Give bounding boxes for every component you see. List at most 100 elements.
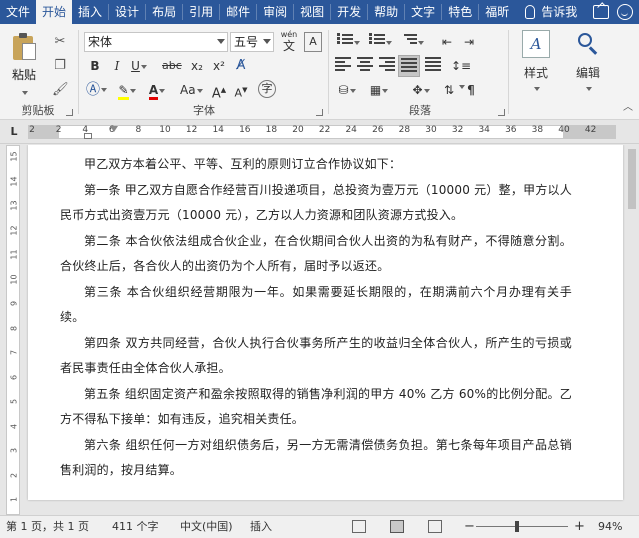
vertical-ruler-tick-label: 4 [9,423,19,429]
language-indicator[interactable]: 中文(中国) [180,516,233,538]
zoom-slider-track[interactable] [476,526,568,527]
borders-button[interactable]: ▦ [366,80,392,100]
sort-icon[interactable]: ⇅ [440,80,458,100]
styles-button[interactable]: A 样式 [512,30,560,95]
tab-home[interactable]: 开始 [36,0,73,24]
tab-foxit[interactable]: 福昕 [479,0,515,24]
cut-icon[interactable]: ✂ [52,34,68,50]
clipboard-launcher-icon[interactable] [66,109,73,116]
document-body[interactable]: 甲乙双方本着公平、平等、互利的原则订立合作协议如下： 第一条 甲乙双方自愿合作经… [60,152,572,484]
text-effects-button[interactable]: Ⓐ [86,80,107,100]
paragraph-article-3[interactable]: 第三条 本合伙组织经营期限为一年。如果需要延长期限的，在期满前六个月办理有关手续… [60,280,572,331]
ruler-tick-label: 34 [478,125,490,135]
strikethrough-button[interactable]: abc [162,56,182,76]
page-count[interactable]: 第 1 页，共 1 页 [6,516,89,538]
font-launcher-icon[interactable] [316,109,323,116]
zoom-slider-thumb[interactable] [515,521,519,532]
numbering-icon [368,32,385,46]
phonetic-guide-button[interactable]: wén 文 [278,30,300,52]
ruler-bar[interactable]: 2 2 4 6 8 10 12 14 16 18 20 22 24 26 28 30 32 34 36 38 40 42 [28,125,616,139]
character-border-button[interactable]: A [304,32,322,52]
paragraph-article-1[interactable]: 第一条 甲乙双方自愿合作经营百川投递项目，总投资为壹万元（10000 元）整，甲… [60,178,572,229]
word-count[interactable]: 411 个字 [112,516,159,538]
paragraph-article-2[interactable]: 第二条 本合伙依法组成合伙企业，在合伙期间合伙人出资的为私有财产，不得随意分割。… [60,229,572,280]
tab-design[interactable]: 设计 [109,0,145,24]
multilevel-list-button[interactable] [398,32,426,52]
paragraph-preamble[interactable]: 甲乙双方本着公平、平等、互利的原则订立合作协议如下： [60,152,572,178]
first-line-indent-marker[interactable] [110,126,118,132]
scrollbar-thumb[interactable] [628,149,636,209]
paragraph-article-6[interactable]: 第六条 组织任何一方对组织债务后，另一方无需清偿债务负担。第七条每年项目产品总销… [60,433,572,484]
numbering-button[interactable] [366,32,394,52]
subscript-button[interactable]: x₂ [188,56,206,76]
zoom-in-button[interactable]: + [574,516,585,538]
font-name-select[interactable]: 宋体 [84,32,228,52]
italic-button[interactable]: I [108,56,126,76]
tab-review[interactable]: 审阅 [257,0,293,24]
zoom-level[interactable]: 94% [598,516,622,538]
increase-indent-icon[interactable]: ⇥ [460,32,478,52]
align-center-icon [357,56,373,71]
tab-view[interactable]: 视图 [294,0,330,24]
grow-font-icon[interactable]: A▲ [210,80,228,101]
shading-button[interactable]: ⛁ [334,80,360,100]
read-mode-icon[interactable] [352,520,366,533]
distributed-button[interactable] [424,56,442,76]
tab-mailings[interactable]: 邮件 [220,0,256,24]
paragraph-article-5[interactable]: 第五条 组织固定资产和盈余按照取得的销售净利润的甲方 40% 乙方 60%的比例… [60,382,572,433]
web-layout-icon[interactable] [428,520,442,533]
ruler-tick-label: 40 [558,125,570,135]
align-right-button[interactable] [378,56,396,76]
enclose-character-icon[interactable]: 字 [258,80,276,98]
editing-button[interactable]: 编辑 [564,30,612,95]
paragraph-group: ⇤ ⇥ ↕≡ ⛁ ▦ ✥ ⇅ ¶ 段落 [332,24,508,120]
tell-me-search[interactable]: 告诉我 [525,0,577,24]
chevron-up-icon[interactable]: ︿ [620,100,636,116]
left-indent-marker[interactable] [84,133,92,139]
format-painter-icon[interactable]: 🖌 [52,82,69,98]
insert-mode-indicator[interactable]: 插入 [250,516,272,538]
tab-references[interactable]: 引用 [183,0,219,24]
font-size-select[interactable]: 五号 [230,32,274,52]
copy-icon[interactable]: ❐ [52,58,68,74]
vertical-ruler-tick-label: 2 [9,472,19,478]
tab-developer[interactable]: 开发 [331,0,367,24]
change-case-button[interactable]: Aa [180,80,203,100]
clear-formatting-icon[interactable]: A̸ [232,56,250,76]
tab-insert[interactable]: 插入 [72,0,108,24]
tab-selector-icon[interactable]: L [6,124,22,140]
share-icon[interactable] [593,5,609,19]
shrink-font-icon[interactable]: A▼ [232,80,250,100]
tab-help[interactable]: 帮助 [368,0,404,24]
font-group-label: 字体 [193,104,215,117]
tab-features[interactable]: 特色 [442,0,478,24]
paragraph-launcher-icon[interactable] [498,109,505,116]
align-center-button[interactable] [356,56,374,76]
status-bar: 第 1 页，共 1 页 411 个字 中文(中国) 插入 − + 94% [0,515,639,538]
underline-button[interactable]: U [130,56,148,76]
zoom-out-button[interactable]: − [464,516,475,538]
paragraph-article-4[interactable]: 第四条 双方共同经营，合伙人执行合伙事务所产生的收益归全体合伙人，所产生的亏损或… [60,331,572,382]
tab-file[interactable]: 文件 [0,0,36,24]
decrease-indent-icon[interactable]: ⇤ [438,32,456,52]
bullets-icon [336,32,353,46]
chinese-layout-button[interactable]: ✥ [408,80,434,100]
justify-button[interactable] [398,55,420,77]
line-spacing-button[interactable]: ↕≡ [448,56,474,89]
align-left-button[interactable] [334,56,352,76]
font-group: 宋体 五号 wén 文 A B I U abc x₂ x² A̸ Ⓐ ✎ A A… [82,24,326,120]
tab-text[interactable]: 文字 [405,0,441,24]
paste-button[interactable]: 粘贴 [6,32,42,99]
highlight-button[interactable]: ✎ [118,80,136,100]
bold-button[interactable]: B [86,56,104,76]
vertical-scrollbar[interactable] [625,145,639,515]
document-page[interactable]: 甲乙双方本着公平、平等、互利的原则订立合作协议如下： 第一条 甲乙双方自愿合作经… [28,145,623,500]
tab-layout[interactable]: 布局 [146,0,182,24]
feedback-smiley-icon[interactable] [617,4,633,20]
bullets-button[interactable] [334,32,362,52]
superscript-button[interactable]: x² [210,56,228,76]
show-formatting-icon[interactable]: ¶ [462,80,480,100]
print-layout-icon[interactable] [390,520,404,533]
font-color-button[interactable]: A [148,80,166,100]
group-divider [328,30,329,114]
